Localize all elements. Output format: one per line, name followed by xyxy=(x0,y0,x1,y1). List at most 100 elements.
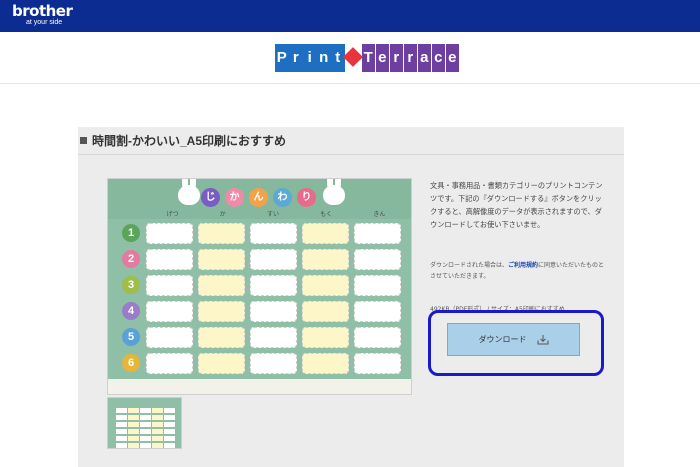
timetable-cell xyxy=(302,222,349,244)
thumbnail-cell xyxy=(128,443,139,448)
thumbnail-cell xyxy=(128,429,139,434)
logo-letter: r xyxy=(389,44,403,72)
timetable-cell xyxy=(250,222,297,244)
download-icon xyxy=(537,334,548,344)
thumbnail-cell xyxy=(152,443,163,448)
thumbnail-cell xyxy=(164,429,175,434)
timetable-cell xyxy=(354,300,401,322)
timetable-row: 5 xyxy=(122,324,406,350)
logo-letter: r xyxy=(403,44,417,72)
thumbnail-cell xyxy=(152,408,163,413)
timetable-cell xyxy=(302,326,349,348)
site-header: PrintTerrace xyxy=(0,32,700,84)
timetable-cell xyxy=(146,352,193,374)
terms-link[interactable]: ご利用規約 xyxy=(508,262,538,269)
download-button-label: ダウンロード xyxy=(478,335,527,344)
thumbnail-row xyxy=(116,415,176,421)
timetable-cell xyxy=(198,352,245,374)
brand-tagline: at your side xyxy=(26,19,63,26)
timetable-cell xyxy=(198,300,245,322)
timetable-cell xyxy=(146,326,193,348)
timetable-cell xyxy=(146,222,193,244)
thumbnail-cell xyxy=(140,443,151,448)
content-panel: 時間割-かわいい_A5印刷におすすめ じかんわり げつかすい もく きん 12345… xyxy=(78,127,624,467)
description-text: 文具・事務用品・書類カテゴリーのプリントコンテンツです。下記の『ダウンロードする… xyxy=(430,181,603,229)
thumbnail-row xyxy=(116,436,176,442)
timetable-cell xyxy=(146,274,193,296)
day-label: か xyxy=(219,211,226,218)
timetable-cell xyxy=(198,326,245,348)
preview-title-char: わ xyxy=(273,188,292,207)
timetable-row: 4 xyxy=(122,298,406,324)
timetable-cell xyxy=(302,352,349,374)
timetable-cell xyxy=(354,222,401,244)
day-labels: げつ か すい もく きん xyxy=(146,209,406,218)
thumbnail-cell xyxy=(152,415,163,420)
brand-name: brother xyxy=(12,2,73,20)
timetable-cell xyxy=(146,248,193,270)
timetable-cell xyxy=(250,248,297,270)
preview-title-char: か xyxy=(225,188,244,207)
thumbnail-cell xyxy=(164,443,175,448)
timetable-cell xyxy=(302,300,349,322)
thumbnail-cell xyxy=(128,436,139,441)
top-bar: brother at your side xyxy=(0,0,700,32)
page-title: 時間割-かわいい_A5印刷におすすめ xyxy=(92,134,287,148)
thumbnail-cell xyxy=(116,436,127,441)
thumbnail-cell xyxy=(116,429,127,434)
thumbnail-cell xyxy=(164,408,175,413)
note-before: ダウンロードされた場合は、 xyxy=(430,262,509,269)
download-button[interactable]: ダウンロード xyxy=(447,323,580,356)
thumbnail-cell xyxy=(116,443,127,448)
thumbnail-cell xyxy=(128,415,139,420)
thumbnail-cell xyxy=(116,408,127,413)
timetable-cell xyxy=(354,326,401,348)
preview-title-char: ん xyxy=(249,188,268,207)
period-number: 4 xyxy=(122,302,140,320)
logo-letter: T xyxy=(361,44,375,72)
timetable-cell xyxy=(354,274,401,296)
timetable-cell xyxy=(198,248,245,270)
logo-letter: P xyxy=(275,44,289,72)
thumbnail-grid xyxy=(116,408,176,448)
thumbnail-cell xyxy=(116,422,127,427)
logo-letter: n xyxy=(317,44,331,72)
logo-letter: t xyxy=(331,44,345,72)
thumbnail-cell xyxy=(128,408,139,413)
print-terrace-logo[interactable]: PrintTerrace xyxy=(275,44,460,72)
timetable-grid: 1 2 3 4 5 6 xyxy=(122,220,406,376)
thumbnail-cell xyxy=(164,415,175,420)
day-label: すい xyxy=(266,211,279,218)
thumbnail-cell xyxy=(140,408,151,413)
thumbnail-cell xyxy=(140,422,151,427)
timetable-cell xyxy=(250,352,297,374)
preview-thumbnail[interactable] xyxy=(107,397,182,449)
bullet-square-icon xyxy=(80,137,87,144)
preview-title-char: じ xyxy=(201,188,220,207)
period-number: 6 xyxy=(122,354,140,372)
thumbnail-cell xyxy=(128,422,139,427)
thumbnail-cell xyxy=(152,422,163,427)
logo-diamond-icon xyxy=(345,44,361,72)
timetable-cell xyxy=(302,248,349,270)
period-number: 1 xyxy=(122,224,140,242)
preview-title: じかんわり xyxy=(201,188,321,207)
thumbnail-row xyxy=(116,422,176,428)
timetable-row: 6 xyxy=(122,350,406,376)
period-number: 2 xyxy=(122,250,140,268)
thumbnail-row xyxy=(116,429,176,435)
logo-letter: a xyxy=(417,44,431,72)
timetable-cell xyxy=(250,326,297,348)
brother-logo[interactable]: brother at your side xyxy=(12,2,73,27)
timetable-row: 3 xyxy=(122,272,406,298)
timetable-row: 1 xyxy=(122,220,406,246)
timetable-cell xyxy=(302,274,349,296)
timetable-cell xyxy=(354,352,401,374)
timetable-row: 2 xyxy=(122,246,406,272)
day-label: もく xyxy=(320,211,333,218)
timetable-cell xyxy=(250,300,297,322)
period-number: 5 xyxy=(122,328,140,346)
thumbnail-cell xyxy=(116,415,127,420)
bunny-left-icon xyxy=(178,179,200,205)
timetable-preview-image[interactable]: じかんわり げつかすい もく きん 123456 xyxy=(107,178,412,395)
